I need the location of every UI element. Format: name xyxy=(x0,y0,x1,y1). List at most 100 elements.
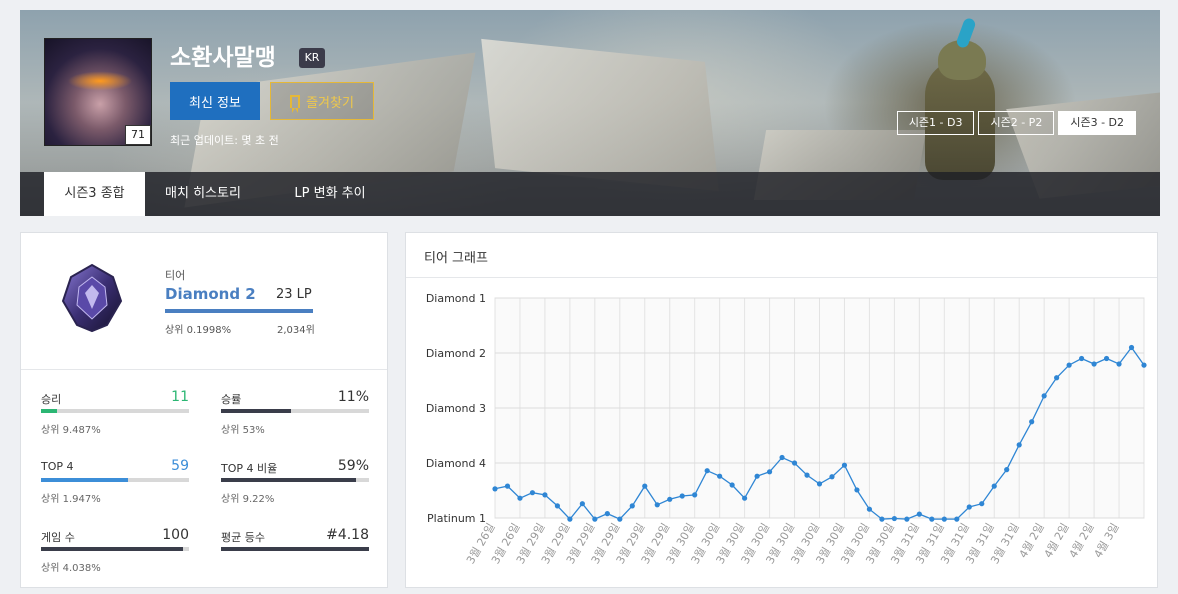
stat-bar xyxy=(221,478,369,482)
stat-label: TOP 4 xyxy=(41,460,74,473)
stat-avg-place: 평균 등수 #4.18 xyxy=(221,527,369,577)
summoner-level: 71 xyxy=(125,125,151,145)
tier-data-point xyxy=(929,516,935,522)
last-updated-text: 최근 업데이트: 몇 초 전 xyxy=(170,134,279,147)
tier-rank: 2,034위 xyxy=(277,325,315,336)
summoner-avatar: 71 xyxy=(44,38,152,146)
stat-bar-fill xyxy=(221,478,356,482)
tier-data-point xyxy=(554,503,561,509)
profile-tabbar: 시즌3 종합 매치 히스토리 LP 변화 추이 xyxy=(20,172,1160,216)
tier-data-point xyxy=(891,515,897,522)
tier-data-point xyxy=(791,460,798,466)
stat-bar xyxy=(221,547,369,551)
stat-label: 평균 등수 xyxy=(221,531,265,544)
tier-data-point xyxy=(529,490,536,496)
tier-data-point xyxy=(916,511,922,517)
tier-data-point xyxy=(579,501,585,507)
stat-sub: 상위 9.22% xyxy=(221,494,275,505)
tab-lp-history[interactable]: LP 변화 추이 xyxy=(278,172,382,216)
tier-data-point xyxy=(1054,375,1060,381)
stat-label: 승리 xyxy=(41,393,62,406)
season-tags: 시즌1 - D3 시즌2 - P2 시즌3 - D2 xyxy=(896,111,1136,135)
tier-data-point xyxy=(804,472,810,478)
tier-data-point xyxy=(604,511,610,517)
tier-data-point xyxy=(991,483,997,489)
stat-sub: 상위 53% xyxy=(221,425,265,436)
favorite-button-label: 즐겨찾기 xyxy=(306,95,354,111)
stat-label: 게임 수 xyxy=(41,531,75,544)
tier-data-point xyxy=(642,483,648,489)
tier-top-percent: 상위 0.1998% xyxy=(165,325,232,336)
bookmark-icon xyxy=(290,94,301,113)
tier-data-point xyxy=(866,506,873,512)
stat-value: 11 xyxy=(171,389,189,405)
tier-line-chart: Diamond 1 Diamond 2 Diamond 3 Diamond 4 Plat… xyxy=(426,292,1147,566)
tab-season-summary[interactable]: 시즌3 종합 xyxy=(44,172,145,216)
tier-data-point xyxy=(1066,362,1072,368)
stat-label: TOP 4 비율 xyxy=(221,462,278,475)
tier-data-point xyxy=(654,502,660,508)
tier-data-point xyxy=(492,486,498,492)
summoner-name: 소환사말맹 xyxy=(170,45,276,71)
season-tag-1: 시즌1 - D3 xyxy=(896,111,975,135)
divider xyxy=(21,369,387,370)
tier-data-point xyxy=(1016,442,1022,448)
favorite-button[interactable]: 즐겨찾기 xyxy=(270,82,374,120)
stat-bar-fill xyxy=(221,547,369,551)
stat-bar-fill xyxy=(221,409,291,413)
stat-top4-rate: TOP 4 비율 59% 상위 9.22% xyxy=(221,458,369,508)
stat-bar xyxy=(221,409,369,413)
tier-data-point xyxy=(692,492,698,498)
stat-bar xyxy=(41,478,189,482)
season-tag-3: 시즌3 - D2 xyxy=(1058,111,1136,135)
tier-graph-panel: 티어 그래프 Diamond 1 Diamond 2 Diamond 3 Diamon… xyxy=(405,232,1158,588)
profile-banner: 71 소환사말맹 KR 최신 정보 즐겨찾기 최근 업데이트: 몇 초 전 시즌… xyxy=(20,10,1160,216)
tier-data-point xyxy=(779,454,785,461)
stat-sub: 상위 4.038% xyxy=(41,563,101,574)
y-tick-label: Diamond 3 xyxy=(426,402,486,415)
diamond-emblem-icon xyxy=(61,263,123,333)
stat-winrate: 승률 11% 상위 53% xyxy=(221,389,369,439)
tier-data-point xyxy=(504,483,511,489)
tier-data-point xyxy=(1128,344,1135,351)
stat-sub: 상위 9.487% xyxy=(41,425,101,436)
tier-data-point xyxy=(816,481,823,487)
tier-data-point xyxy=(979,501,985,507)
chart-title: 티어 그래프 xyxy=(424,251,488,266)
stat-bar xyxy=(41,409,189,413)
tier-data-point xyxy=(754,473,760,479)
stat-games: 게임 수 100 상위 4.038% xyxy=(41,527,189,577)
stat-bar-fill xyxy=(41,547,184,551)
tier-data-point xyxy=(1141,362,1147,368)
tier-data-point xyxy=(667,496,673,502)
y-tick-label: Diamond 4 xyxy=(426,457,486,470)
tier-data-point xyxy=(729,482,735,488)
tier-data-point xyxy=(704,468,710,474)
tier-data-point xyxy=(1091,361,1097,367)
tier-data-point xyxy=(742,495,748,501)
tier-data-point xyxy=(829,474,835,480)
tier-data-point xyxy=(1004,467,1010,473)
tier-data-point xyxy=(1041,393,1047,399)
stat-value: #4.18 xyxy=(326,527,369,543)
tier-data-point xyxy=(1078,355,1085,362)
y-tick-label: Diamond 1 xyxy=(426,292,486,305)
tier-data-point xyxy=(592,516,598,522)
refresh-button[interactable]: 최신 정보 xyxy=(170,82,260,120)
stat-bar xyxy=(41,547,189,551)
stat-value: 100 xyxy=(162,527,189,543)
tier-data-point xyxy=(904,516,910,522)
y-tick-label: Platinum 1 xyxy=(427,512,486,525)
tier-data-point xyxy=(542,492,548,498)
tier-data-point xyxy=(966,504,972,510)
tier-data-point xyxy=(517,495,523,501)
tier-data-point xyxy=(766,469,773,475)
tier-data-point xyxy=(841,462,848,468)
tab-match-history[interactable]: 매치 히스토리 xyxy=(150,172,256,216)
x-tick-label: 4월 3일 xyxy=(1091,521,1122,561)
banner-rock xyxy=(481,38,719,192)
stat-bar-fill xyxy=(41,478,129,482)
tier-data-point xyxy=(717,473,723,479)
tier-lp: 23 LP xyxy=(276,287,312,302)
tier-data-point xyxy=(1116,361,1122,367)
